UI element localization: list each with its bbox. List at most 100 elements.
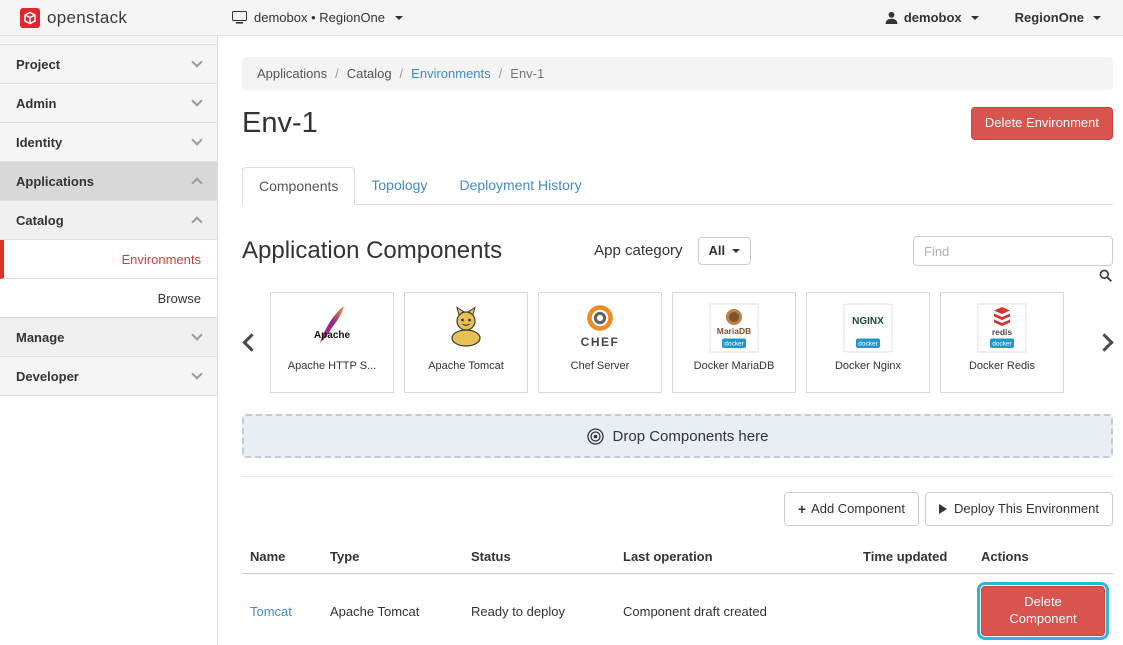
page-title: Env-1 <box>242 107 318 140</box>
col-header-type: Type <box>322 540 463 574</box>
app-category-group: App category All <box>594 237 751 266</box>
section-title: Application Components <box>242 237 502 265</box>
chevron-up-icon <box>191 177 202 188</box>
chevron-right-icon <box>1095 333 1113 351</box>
openstack-logo[interactable]: openstack <box>0 8 218 28</box>
tab-topology[interactable]: Topology <box>355 167 443 205</box>
drop-components-zone[interactable]: Drop Components here <box>242 414 1113 458</box>
breadcrumb-separator: / <box>499 66 503 81</box>
sidebar-item-developer[interactable]: Developer <box>0 357 217 396</box>
svg-text:docker: docker <box>992 341 1012 348</box>
col-header-last-operation: Last operation <box>615 540 855 574</box>
sidebar-item-applications[interactable]: Applications <box>0 162 217 201</box>
caret-down-icon <box>395 16 403 20</box>
deploy-environment-button[interactable]: Deploy This Environment <box>925 492 1113 526</box>
breadcrumb-environments-link[interactable]: Environments <box>411 66 490 81</box>
col-header-time-updated: Time updated <box>855 540 973 574</box>
mariadb-icon: MariaDB docker <box>707 301 761 355</box>
section-divider <box>242 476 1113 477</box>
chevron-down-icon <box>191 56 202 67</box>
chevron-down-icon <box>191 95 202 106</box>
find-input[interactable] <box>913 236 1113 266</box>
user-label: demobox <box>904 10 962 25</box>
component-card-chef-server[interactable]: CHEF Chef Server <box>538 292 662 393</box>
search-icon <box>1099 269 1112 282</box>
chevron-down-icon <box>191 368 202 379</box>
caret-down-icon <box>971 16 979 20</box>
find-wrap <box>913 236 1113 266</box>
chef-icon: CHEF <box>573 301 627 355</box>
component-status-cell: Ready to deploy <box>463 574 615 645</box>
sidebar-spacer <box>0 36 217 45</box>
brand-wordmark: openstack <box>47 8 127 28</box>
component-name-link[interactable]: Tomcat <box>250 604 292 619</box>
environment-actions: + Add Component Deploy This Environment <box>242 492 1113 526</box>
top-navbar: openstack demobox • RegionOne demobox Re… <box>0 0 1123 36</box>
component-time-updated-cell <box>855 574 973 645</box>
svg-text:CHEF: CHEF <box>581 335 620 349</box>
nginx-icon: NGINX docker <box>841 301 895 355</box>
chevron-down-icon <box>191 329 202 340</box>
col-header-actions: Actions <box>973 540 1113 574</box>
components-table: Name Type Status Last operation Time upd… <box>242 540 1113 645</box>
caret-down-icon <box>1093 16 1101 20</box>
add-component-button[interactable]: + Add Component <box>784 492 919 526</box>
tomcat-icon <box>439 301 493 355</box>
tab-components[interactable]: Components <box>242 167 355 205</box>
component-type-cell: Apache Tomcat <box>322 574 463 645</box>
app-category-dropdown[interactable]: All <box>698 237 752 266</box>
region-menu[interactable]: RegionOne <box>1015 10 1101 25</box>
components-carousel: Apache Apache HTTP S... <box>242 292 1113 393</box>
monitor-icon <box>232 11 247 24</box>
table-row: Tomcat Apache Tomcat Ready to deploy Com… <box>242 574 1113 645</box>
chevron-up-icon <box>191 216 202 227</box>
breadcrumb-catalog[interactable]: Catalog <box>347 66 392 81</box>
component-card-docker-redis[interactable]: redis docker Docker Redis <box>940 292 1064 393</box>
component-card-docker-nginx[interactable]: NGINX docker Docker Nginx <box>806 292 930 393</box>
context-label: demobox • RegionOne <box>254 10 385 25</box>
svg-text:docker: docker <box>858 341 878 348</box>
chevron-down-icon <box>191 134 202 145</box>
breadcrumb: Applications / Catalog / Environments / … <box>242 57 1113 90</box>
sidebar-item-browse[interactable]: Browse <box>0 279 217 318</box>
redis-icon: redis docker <box>975 301 1029 355</box>
sidebar-item-project[interactable]: Project <box>0 45 217 84</box>
topbar-right: demobox RegionOne <box>885 10 1123 25</box>
search-button[interactable] <box>1099 269 1112 285</box>
user-icon <box>885 11 898 24</box>
sidebar-item-manage[interactable]: Manage <box>0 318 217 357</box>
caret-down-icon <box>732 249 740 253</box>
app-category-label: App category <box>594 242 682 259</box>
components-toolbar: Application Components App category All <box>242 236 1113 266</box>
breadcrumb-current: Env-1 <box>510 66 544 81</box>
svg-text:docker: docker <box>724 341 744 348</box>
main-content: Applications / Catalog / Environments / … <box>219 36 1123 645</box>
chevron-left-icon <box>242 333 260 351</box>
tab-deployment-history[interactable]: Deployment History <box>443 167 597 205</box>
delete-environment-button[interactable]: Delete Environment <box>971 107 1113 140</box>
sidebar-item-environments[interactable]: Environments <box>0 240 217 279</box>
sidebar-item-catalog[interactable]: Catalog <box>0 201 217 240</box>
user-menu[interactable]: demobox <box>885 10 979 25</box>
sidebar-nav: Project Admin Identity Applications Cata… <box>0 36 218 645</box>
component-last-operation-cell: Component draft created <box>615 574 855 645</box>
breadcrumb-separator: / <box>335 66 339 81</box>
target-icon <box>587 428 604 445</box>
component-card-docker-mariadb[interactable]: MariaDB docker Docker MariaDB <box>672 292 796 393</box>
carousel-next-button[interactable] <box>1095 292 1113 393</box>
sidebar-item-admin[interactable]: Admin <box>0 84 217 123</box>
col-header-name: Name <box>242 540 322 574</box>
delete-component-button[interactable]: Delete Component <box>981 586 1105 636</box>
breadcrumb-applications[interactable]: Applications <box>257 66 327 81</box>
svg-text:redis: redis <box>992 327 1013 337</box>
sidebar-item-identity[interactable]: Identity <box>0 123 217 162</box>
table-header-row: Name Type Status Last operation Time upd… <box>242 540 1113 574</box>
project-context-switcher[interactable]: demobox • RegionOne <box>232 10 403 25</box>
carousel-prev-button[interactable] <box>242 292 260 393</box>
component-card-apache-http[interactable]: Apache Apache HTTP S... <box>270 292 394 393</box>
component-cards: Apache Apache HTTP S... <box>270 292 1085 393</box>
dropzone-text: Drop Components here <box>613 428 769 445</box>
component-card-apache-tomcat[interactable]: Apache Tomcat <box>404 292 528 393</box>
plus-icon: + <box>798 500 806 518</box>
page-header: Env-1 Delete Environment <box>242 107 1113 140</box>
